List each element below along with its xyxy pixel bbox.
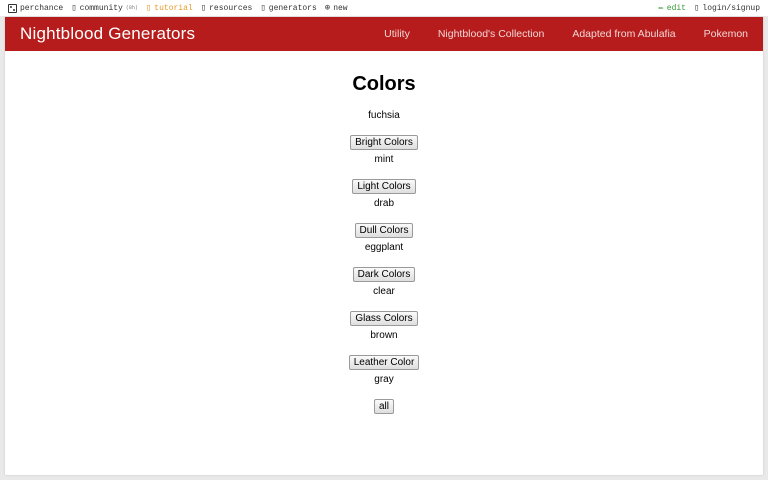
pencil-icon: ✏ [658,3,664,13]
community-count: (8h) [125,5,138,11]
nav-link-pokemon[interactable]: Pokemon [690,17,763,51]
leather-color-button[interactable]: Leather Color [348,355,420,370]
community-link[interactable]: ▯ community (8h) [71,3,138,13]
user-icon: ▯ [693,3,700,13]
brand-title[interactable]: Nightblood Generators [20,24,195,44]
edit-link[interactable]: ✏ edit [658,3,686,13]
main-content: Colors fuchsia Bright Colors mint Light … [5,51,763,414]
new-label: new [333,3,348,13]
result-leather: brown [370,330,398,341]
generators-icon: ▯ [260,3,266,13]
login-link[interactable]: ▯ login/signup [694,3,760,13]
login-label: login/signup [702,3,760,13]
perchance-home-link[interactable]: perchance [8,3,64,13]
result-bright: fuchsia [368,110,400,121]
result-glass: clear [373,286,395,297]
bright-colors-button[interactable]: Bright Colors [350,135,418,150]
dice-icon [8,3,17,13]
dark-colors-button[interactable]: Dark Colors [352,267,416,282]
glass-colors-button[interactable]: Glass Colors [350,311,418,326]
navbar: Nightblood Generators Utility Nightblood… [5,17,763,51]
perchance-topbar: perchance ▯ community (8h) ▯ tutorial ▯ … [0,0,768,16]
dull-colors-button[interactable]: Dull Colors [354,223,414,238]
all-colors-button[interactable]: all [373,399,394,414]
result-light: mint [374,154,394,165]
resources-label: resources [209,3,253,13]
nav-link-nightbloods-collection[interactable]: Nightblood's Collection [424,17,558,51]
generators-link[interactable]: ▯ generators [260,3,316,13]
resources-icon: ▯ [200,3,207,13]
result-dull: drab [373,198,394,209]
generators-label: generators [268,3,317,13]
new-generator-link[interactable]: ⊕ new [325,3,348,13]
nav-link-adapted-from-abulafia[interactable]: Adapted from Abulafia [558,17,689,51]
plus-circle-icon: ⊕ [324,3,331,13]
tutorial-icon: ▯ [145,3,152,13]
topbar-right: ✏ edit ▯ login/signup [658,3,760,13]
edit-label: edit [666,3,686,13]
community-label: community [79,3,123,13]
result-dark: eggplant [364,242,404,253]
community-icon: ▯ [71,3,77,13]
result-all: gray [374,374,394,385]
perchance-label: perchance [20,3,64,13]
light-colors-button[interactable]: Light Colors [352,179,416,194]
tutorial-label: tutorial [154,3,193,13]
topbar-left: perchance ▯ community (8h) ▯ tutorial ▯ … [8,3,348,13]
resources-link[interactable]: ▯ resources [201,3,253,13]
tutorial-link[interactable]: ▯ tutorial [146,3,193,13]
nav-links: Utility Nightblood's Collection Adapted … [370,17,763,51]
generator-panel: Nightblood Generators Utility Nightblood… [5,17,763,475]
nav-link-utility[interactable]: Utility [370,17,424,51]
page-title: Colors [352,73,416,95]
